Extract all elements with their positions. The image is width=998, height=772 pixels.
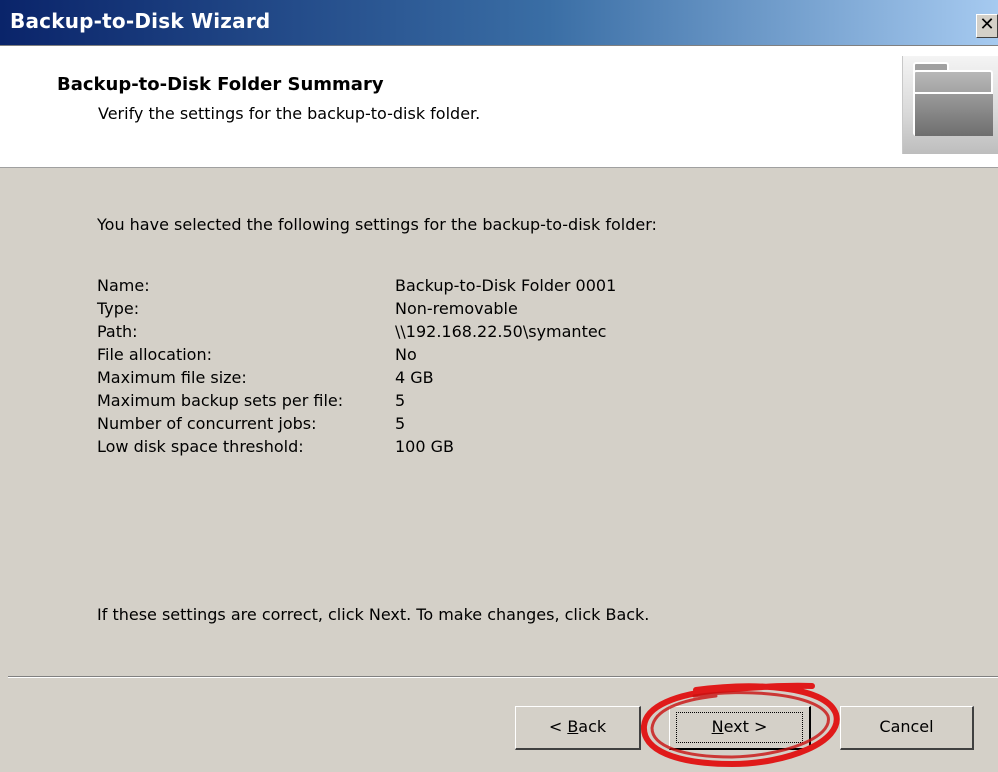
setting-value: 100 GB [395, 437, 454, 456]
setting-label: Type: [97, 299, 140, 318]
setting-value: 5 [395, 414, 406, 433]
setting-value: Non-removable [395, 299, 518, 318]
wizard-window: Backup-to-Disk Wizard ✕ Backup-to-Disk F… [0, 0, 998, 772]
setting-label: Name: [97, 276, 150, 295]
page-title: Backup-to-Disk Folder Summary [57, 74, 384, 95]
folder-front-shape [915, 92, 993, 136]
close-button[interactable]: ✕ [976, 14, 998, 38]
title-bar[interactable]: Backup-to-Disk Wizard ✕ [0, 0, 998, 46]
back-button-mnemonic: B [567, 717, 579, 736]
instruction-note: If these settings are correct, click Nex… [97, 605, 650, 624]
setting-label: Number of concurrent jobs: [97, 414, 317, 433]
page-subtitle: Verify the settings for the backup-to-di… [98, 104, 481, 123]
setting-value: \\192.168.22.50\symantec [395, 322, 607, 341]
back-button-prefix: < [548, 717, 568, 736]
setting-label: Maximum backup sets per file: [97, 391, 344, 410]
summary-intro: You have selected the following settings… [97, 215, 657, 234]
cancel-button-label: Cancel [879, 717, 934, 736]
folder-icon [902, 56, 998, 154]
window-title: Backup-to-Disk Wizard [10, 9, 271, 33]
setting-label: Maximum file size: [97, 368, 247, 387]
setting-value: Backup-to-Disk Folder 0001 [395, 276, 617, 295]
focus-rectangle [676, 712, 803, 743]
setting-value: 5 [395, 391, 406, 410]
back-button[interactable]: < Back [515, 706, 641, 750]
setting-label: File allocation: [97, 345, 212, 364]
cancel-button[interactable]: Cancel [840, 706, 974, 750]
setting-value: No [395, 345, 417, 364]
footer-divider [8, 676, 998, 678]
setting-value: 4 GB [395, 368, 434, 387]
setting-label: Path: [97, 322, 138, 341]
setting-label: Low disk space threshold: [97, 437, 304, 456]
next-button[interactable]: Next > [669, 706, 811, 750]
close-icon: ✕ [979, 14, 995, 35]
wizard-header: Backup-to-Disk Folder Summary Verify the… [0, 46, 998, 168]
back-button-label: ack [578, 717, 607, 736]
